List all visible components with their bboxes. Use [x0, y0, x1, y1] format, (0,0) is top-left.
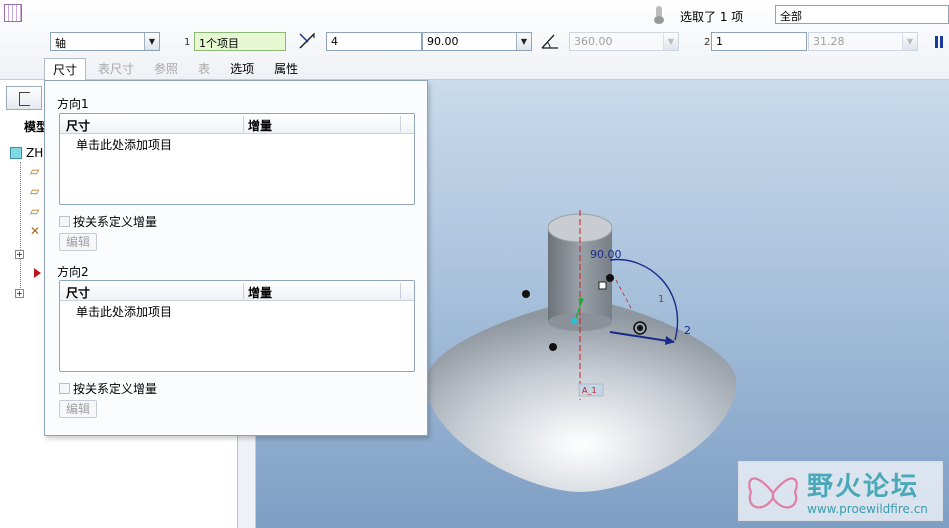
expand-icon[interactable]: + — [15, 250, 24, 259]
angle-range-value: 360.00 — [574, 35, 613, 48]
angle-increment-value: 90.00 — [427, 35, 459, 48]
increment-2-select[interactable]: 31.28 ▼ — [808, 32, 918, 51]
direction1-relation-option[interactable]: 按关系定义增量 — [59, 213, 157, 230]
column-divider — [243, 283, 244, 299]
direction2-add-item[interactable]: 单击此处添加项目 — [76, 303, 172, 320]
pattern-type-select[interactable]: 轴 ▼ — [50, 32, 160, 51]
tab-dimensions[interactable]: 尺寸 — [44, 58, 87, 80]
chevron-down-icon[interactable]: ▼ — [144, 33, 159, 50]
tab-table[interactable]: 表 — [190, 58, 218, 80]
drag-handle[interactable] — [549, 343, 557, 351]
marker-label: 1 — [658, 294, 664, 305]
col-dimension-header[interactable]: 尺寸 — [66, 117, 90, 134]
increment-2-value: 31.28 — [813, 35, 845, 48]
butterfly-logo-icon — [748, 477, 798, 509]
direction1-table[interactable]: 尺寸 增量 单击此处添加项目 — [59, 113, 415, 205]
col-increment-header[interactable]: 增量 — [248, 117, 272, 134]
direction1-relation-checkbox[interactable] — [59, 216, 70, 227]
angle-range-icon[interactable] — [540, 32, 560, 50]
tree-root-label: ZH — [26, 146, 44, 160]
pattern-dashboard: 选取了 1 项 全部 轴 ▼ 1 1个项目 4 90.00 ▼ 360.00 ▼… — [0, 0, 949, 80]
direction1-collector[interactable]: 1个项目 — [194, 32, 286, 51]
datum-plane-icon[interactable]: ▱ — [30, 184, 39, 198]
pattern-member-dot — [637, 325, 643, 331]
chevron-down-icon: ▼ — [663, 33, 678, 50]
tab-references[interactable]: 参照 — [146, 58, 186, 80]
dashboard-tabs: 尺寸 表尺寸 参照 表 选项 属性 — [44, 58, 310, 80]
insert-here-arrow-icon[interactable] — [34, 268, 41, 278]
tab-options[interactable]: 选项 — [222, 58, 262, 80]
watermark-title: 野火论坛 — [807, 472, 920, 502]
flip-direction-icon[interactable] — [298, 32, 316, 50]
direction2-label: 方向2 — [57, 265, 89, 279]
expand-icon[interactable]: + — [15, 289, 24, 298]
datum-plane-icon[interactable]: ▱ — [30, 164, 39, 178]
drag-handle[interactable] — [606, 274, 614, 282]
drag-handle[interactable] — [522, 290, 530, 298]
app-menu-icon[interactable] — [4, 4, 22, 22]
member-count-1-input[interactable]: 4 — [326, 32, 422, 51]
tab-properties[interactable]: 属性 — [266, 58, 306, 80]
member-count-1-value: 4 — [331, 35, 338, 48]
selection-filter-value: 全部 — [780, 10, 802, 23]
direction1-edit-button[interactable]: 编辑 — [59, 233, 97, 251]
angle-increment-select[interactable]: 90.00 ▼ — [422, 32, 532, 51]
direction1-add-item[interactable]: 单击此处添加项目 — [76, 136, 172, 153]
direction2-table[interactable]: 尺寸 增量 单击此处添加项目 — [59, 280, 415, 372]
reference-dash — [615, 279, 633, 311]
member-count-2-input[interactable]: 1 — [711, 32, 807, 51]
tab-table-dimensions[interactable]: 表尺寸 — [90, 58, 142, 80]
col-dimension-header[interactable]: 尺寸 — [66, 284, 90, 301]
direction2-relation-checkbox[interactable] — [59, 383, 70, 394]
direction1-relation-label: 按关系定义增量 — [73, 215, 158, 229]
direction1-index: 1 — [184, 37, 191, 48]
watermark-url: www.proewildfire.cn — [807, 502, 928, 516]
tree-root-item[interactable]: ZH — [10, 146, 43, 160]
selection-filter[interactable]: 全部 — [775, 5, 949, 24]
coordinate-system-icon[interactable]: ✕ — [30, 224, 40, 238]
column-divider — [400, 116, 401, 132]
part-icon — [10, 147, 22, 159]
thermometer-icon — [654, 6, 664, 24]
csys-origin-mark — [578, 297, 584, 303]
angle-range-select[interactable]: 360.00 ▼ — [569, 32, 679, 51]
direction2-relation-label: 按关系定义增量 — [73, 382, 158, 396]
pattern-type-value: 轴 — [55, 37, 66, 50]
column-divider — [400, 283, 401, 299]
col-increment-header[interactable]: 增量 — [248, 284, 272, 301]
csys-point — [571, 318, 577, 324]
direction1-label: 方向1 — [57, 97, 89, 111]
dimensions-panel: 方向1 尺寸 增量 单击此处添加项目 按关系定义增量 编辑 方向2 尺寸 增量 … — [44, 80, 428, 436]
watermark-logo: 野火论坛 www.proewildfire.cn — [738, 461, 943, 521]
direction2-index: 2 — [704, 37, 711, 48]
direction2-table-header: 尺寸 增量 — [60, 281, 414, 301]
pause-icon[interactable] — [935, 36, 945, 48]
feature-tag-text: A_1 — [582, 386, 597, 395]
angle-dimension-text[interactable]: 90.00 — [590, 248, 622, 261]
model-tree-tab[interactable] — [6, 86, 42, 110]
drag-handle-square[interactable] — [598, 281, 607, 290]
direction2-relation-option[interactable]: 按关系定义增量 — [59, 380, 157, 397]
direction1-collector-value: 1个项目 — [199, 37, 239, 50]
selection-status: 选取了 1 项 — [680, 10, 744, 24]
tree-connector — [20, 162, 21, 294]
member-count-2-value: 1 — [716, 35, 723, 48]
direction1-table-header: 尺寸 增量 — [60, 114, 414, 134]
datum-plane-icon[interactable]: ▱ — [30, 204, 39, 218]
direction2-edit-button[interactable]: 编辑 — [59, 400, 97, 418]
chevron-down-icon[interactable]: ▼ — [516, 33, 531, 50]
column-divider — [243, 116, 244, 132]
chevron-down-icon: ▼ — [902, 33, 917, 50]
direction-2-label: 2 — [684, 324, 691, 337]
